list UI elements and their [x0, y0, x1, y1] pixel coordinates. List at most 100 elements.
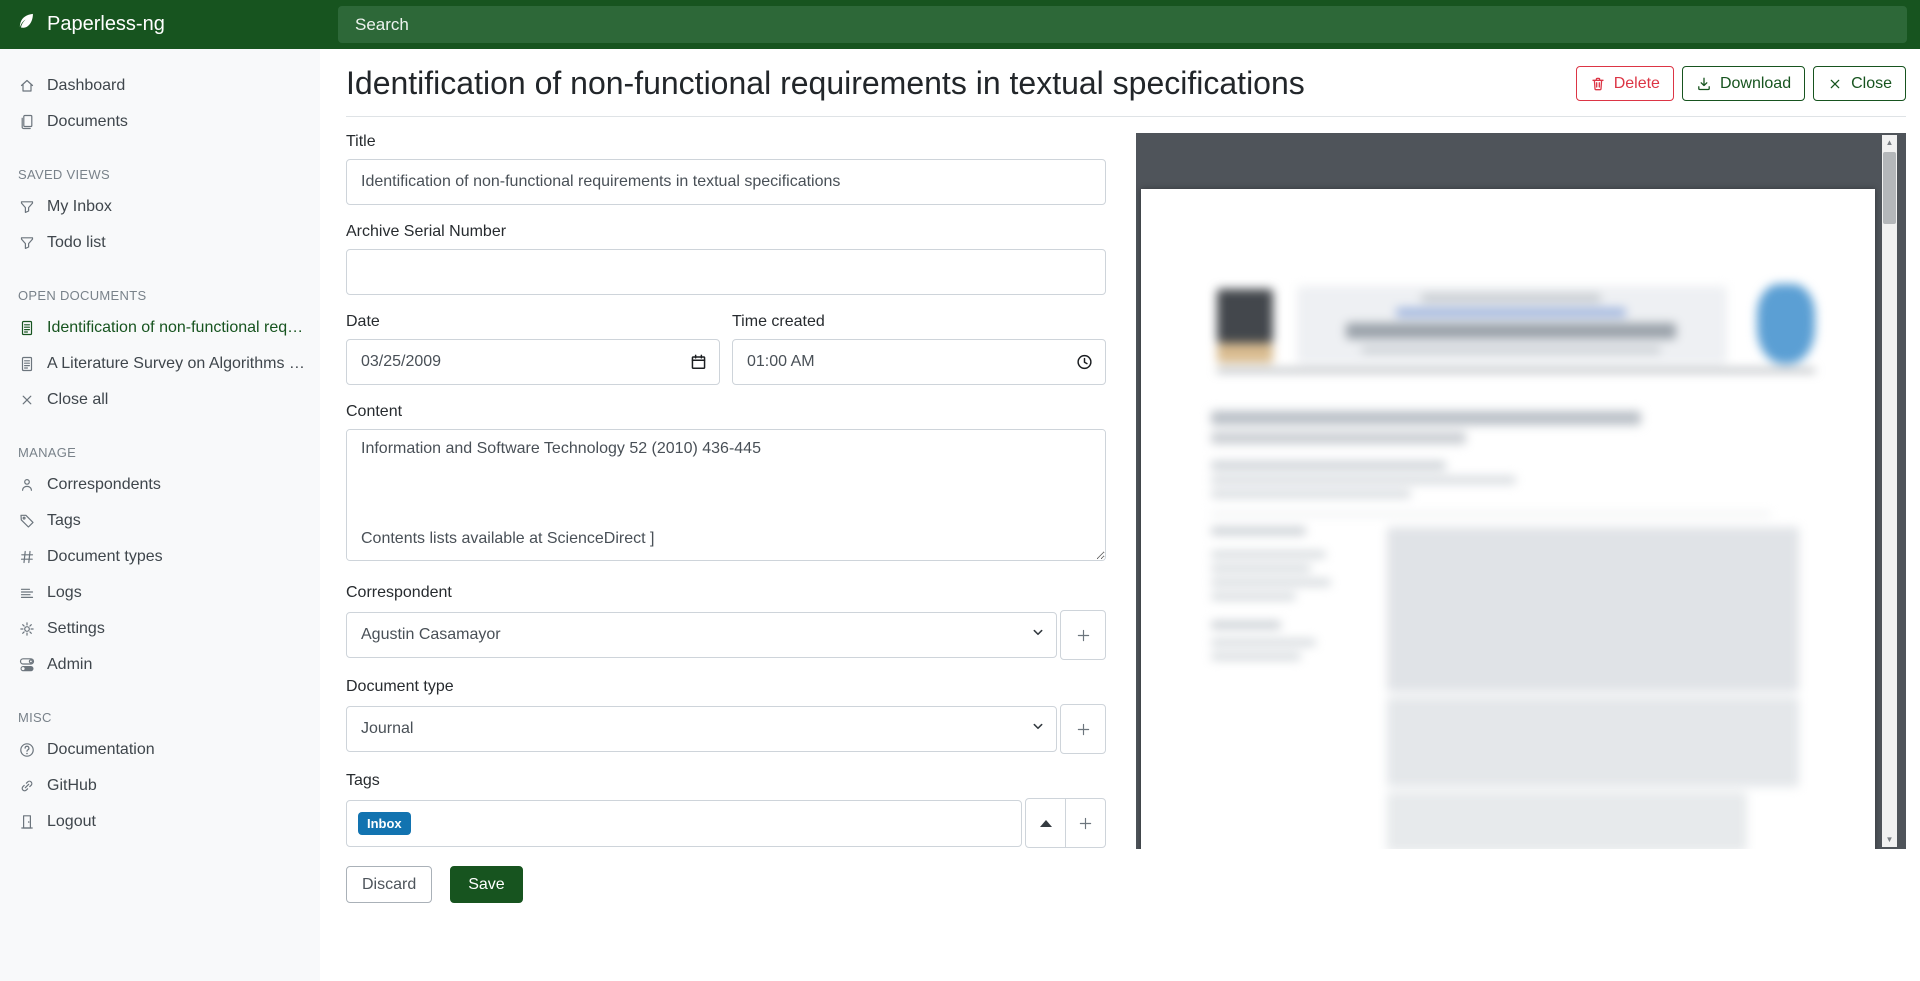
app-brand-label: Paperless-ng [47, 13, 165, 36]
pdf-preview-pane[interactable]: ▲ ▼ [1136, 133, 1906, 849]
calendar-icon[interactable] [690, 354, 707, 371]
content-label: Content [346, 403, 1106, 421]
clock-icon[interactable] [1076, 354, 1093, 371]
trash-icon [1590, 76, 1606, 92]
sidebar-open-doc-2[interactable]: A Literature Survey on Algorithms for Mu… [0, 346, 320, 382]
blurred-info-line [1211, 653, 1301, 660]
blurred-author-line [1211, 461, 1446, 470]
blurred-info-line [1211, 593, 1296, 600]
gear-icon [19, 621, 35, 637]
x-icon [19, 392, 35, 408]
top-navbar: Paperless-ng [0, 0, 1920, 49]
delete-button[interactable]: Delete [1576, 66, 1674, 101]
title-label: Title [346, 133, 1106, 151]
blurred-info-line [1211, 551, 1326, 558]
blurred-author-line [1211, 476, 1516, 484]
blurred-info-line [1211, 639, 1316, 646]
discard-button[interactable]: Discard [346, 866, 432, 903]
section-rule [1211, 513, 1771, 515]
sidebar-item-close-all[interactable]: Close all [0, 382, 320, 418]
journal-logo-left-base [1217, 343, 1273, 363]
download-button[interactable]: Download [1682, 66, 1805, 101]
tags-input[interactable]: Inbox [346, 800, 1022, 847]
header-rule [1217, 369, 1815, 372]
files-icon [19, 114, 35, 130]
page-title: Identification of non-functional require… [346, 65, 1305, 102]
door-icon [19, 814, 35, 830]
scroll-down-arrow[interactable]: ▼ [1882, 832, 1897, 847]
correspondent-select[interactable]: Agustin Casamayor [346, 612, 1057, 658]
blurred-abstract-block [1387, 527, 1799, 692]
save-button[interactable]: Save [450, 866, 522, 903]
document-type-label: Document type [346, 678, 1106, 696]
file-text-icon [19, 356, 35, 372]
add-document-type-button[interactable] [1060, 704, 1106, 754]
question-circle-icon [19, 742, 35, 758]
preview-scrollbar[interactable]: ▲ ▼ [1882, 135, 1897, 847]
blurred-title-line [1211, 432, 1466, 444]
search-input[interactable] [338, 6, 1907, 43]
sidebar-item-documentation[interactable]: Documentation [0, 732, 320, 768]
tag-inbox[interactable]: Inbox [358, 812, 411, 835]
text-lines-icon [19, 585, 35, 601]
correspondent-label: Correspondent [346, 584, 1106, 602]
blurred-info-line [1211, 621, 1281, 629]
download-icon [1696, 76, 1712, 92]
add-tag-button[interactable] [1065, 798, 1106, 848]
sidebar-section-misc: MISC [0, 683, 320, 732]
time-created-input[interactable]: 01:00 AM [732, 339, 1106, 385]
sidebar-section-open-documents: OPEN DOCUMENTS [0, 261, 320, 310]
content-textarea[interactable]: Information and Software Technology 52 (… [346, 429, 1106, 561]
pdf-page [1141, 189, 1875, 849]
plus-icon [1075, 627, 1092, 644]
blurred-line-blue [1396, 308, 1626, 317]
date-input[interactable]: 03/25/2009 [346, 339, 720, 385]
sidebar-item-logout[interactable]: Logout [0, 804, 320, 840]
tags-dropdown-button[interactable] [1025, 798, 1066, 848]
sidebar-item-github[interactable]: GitHub [0, 768, 320, 804]
funnel-icon [19, 235, 35, 251]
house-icon [19, 78, 35, 94]
sidebar-item-documents[interactable]: Documents [0, 104, 320, 140]
sidebar-item-todo-list[interactable]: Todo list [0, 225, 320, 261]
journal-logo-left [1217, 289, 1273, 343]
close-button[interactable]: Close [1813, 66, 1906, 101]
sidebar-item-dashboard[interactable]: Dashboard [0, 68, 320, 104]
blurred-abstract-block [1387, 792, 1747, 849]
sidebar-open-doc-1[interactable]: Identification of non-functional require… [0, 310, 320, 346]
hash-icon [19, 549, 35, 565]
header-buttons: Delete Download Close [1576, 66, 1906, 101]
document-type-select[interactable]: Journal [346, 706, 1057, 752]
sidebar-item-tags[interactable]: Tags [0, 503, 320, 539]
blurred-line [1346, 323, 1676, 339]
asn-input[interactable] [346, 249, 1106, 295]
blurred-abstract-block [1387, 697, 1799, 787]
add-correspondent-button[interactable] [1060, 610, 1106, 660]
sidebar-item-document-types[interactable]: Document types [0, 539, 320, 575]
sidebar-item-my-inbox[interactable]: My Inbox [0, 189, 320, 225]
sidebar-item-logs[interactable]: Logs [0, 575, 320, 611]
chevron-down-icon [1031, 720, 1045, 739]
chevron-down-icon [1031, 626, 1045, 645]
blurred-info-line [1211, 579, 1331, 586]
blurred-title-line [1211, 411, 1641, 425]
title-input[interactable] [346, 159, 1106, 205]
tags-buttons [1025, 798, 1106, 848]
sidebar-item-admin[interactable]: Admin [0, 647, 320, 683]
sidebar-item-settings[interactable]: Settings [0, 611, 320, 647]
main-content: Identification of non-functional require… [320, 49, 1920, 981]
sidebar-item-correspondents[interactable]: Correspondents [0, 467, 320, 503]
link-icon [19, 778, 35, 794]
tags-label: Tags [346, 772, 1106, 790]
blurred-line [1361, 347, 1661, 353]
file-text-icon [19, 320, 35, 336]
blurred-line [1421, 294, 1601, 302]
preview-scrollbar-thumb[interactable] [1883, 152, 1896, 224]
sidebar: Dashboard Documents SAVED VIEWS My Inbox… [0, 49, 320, 981]
plus-icon [1075, 721, 1092, 738]
app-brand[interactable]: Paperless-ng [0, 0, 320, 49]
scroll-up-arrow[interactable]: ▲ [1882, 135, 1897, 150]
person-icon [19, 477, 35, 493]
plus-icon [1077, 815, 1094, 832]
sidebar-section-manage: MANAGE [0, 418, 320, 467]
